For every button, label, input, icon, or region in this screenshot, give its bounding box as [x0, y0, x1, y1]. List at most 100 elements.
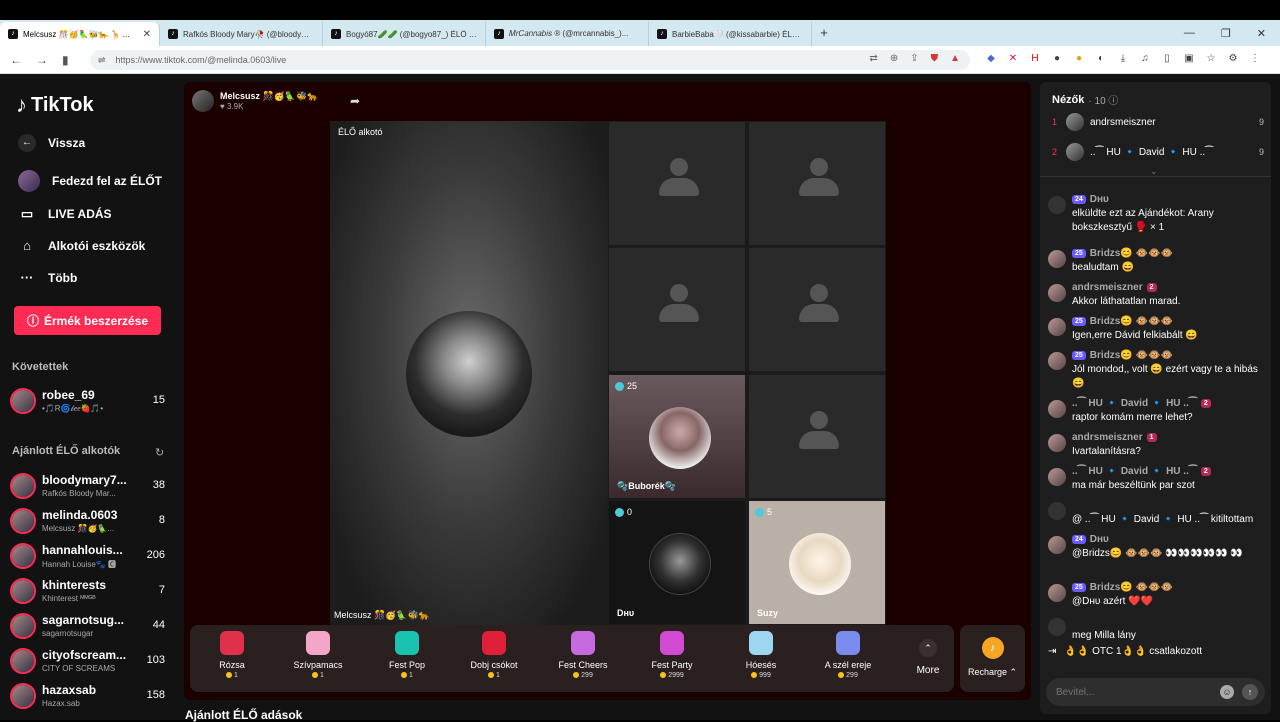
refresh-icon[interactable]: ↻: [155, 446, 164, 459]
following-account[interactable]: robee_69 •🎵R🌀𝒷𝑒𝑒🍓🎵• 15: [10, 385, 170, 417]
message-author[interactable]: Bridzs😊 🐵🐵🐵: [1090, 582, 1173, 593]
restore-icon[interactable]: ❐: [1221, 27, 1231, 40]
account-subtitle: sagarnotsugar: [42, 629, 94, 638]
tiktok-logo[interactable]: ♪ TikTok: [16, 92, 94, 118]
zoom-icon[interactable]: ⊕: [890, 53, 898, 64]
guest-video[interactable]: 25 🫧Buborék🫧: [608, 374, 746, 499]
recommended-account[interactable]: hazaxsab Hazax.sab 158: [10, 680, 170, 712]
empty-guest-slot[interactable]: [748, 247, 886, 372]
recommended-account[interactable]: hannahlouis... Hannah Louise🐾 🅲 206: [10, 540, 170, 572]
nav-more-label: Több: [48, 271, 78, 285]
url-field[interactable]: ⇌ https://www.tiktok.com/@melinda.0603/l…: [90, 50, 970, 70]
shield-icon[interactable]: ⛊: [931, 53, 939, 64]
extension-icon[interactable]: ✕: [1007, 53, 1019, 64]
explore-avatar: [18, 170, 40, 192]
buy-coins-button[interactable]: ⓘ Érmék beszerzése: [14, 306, 161, 335]
browser-tab[interactable]: ♪ BarbieBaba🤍 (@kissabarbie) ÉLŐ a...: [649, 22, 812, 46]
viewer-rank: 1: [1052, 117, 1058, 127]
guest-score-value: 0: [627, 507, 633, 517]
recommended-account[interactable]: khinterests Khinterest ᴹᴹᴳᴮ 7: [10, 575, 170, 607]
browser-tab[interactable]: ♪ Bogyó87🥒🥒 (@bogyo87_) ÉLŐ a...: [323, 22, 486, 46]
recommended-account[interactable]: melinda.0603 Melcsusz 🎊🥳🦜... 8: [10, 505, 170, 537]
bookmark-icon[interactable]: ▮: [62, 53, 69, 67]
browser-tab[interactable]: ♪ 𝑀𝑟𝐶𝑎𝑛𝑛𝑎𝑏𝑖𝑠 ® (@mrcannabis_)...: [486, 22, 649, 46]
message-author[interactable]: Bridzs😊 🐵🐵🐵: [1090, 350, 1173, 361]
close-tab-icon[interactable]: ✕: [143, 29, 151, 40]
recommended-account[interactable]: cityofscream... CITY OF SCREAMS 103: [10, 645, 170, 677]
extension-icon[interactable]: ◆: [985, 53, 997, 64]
nav-explore[interactable]: Fedezd fel az ÉLŐT: [18, 170, 162, 192]
avatar: [10, 388, 36, 414]
join-icon: ⇥: [1048, 646, 1057, 657]
gift-item[interactable]: Fest Pop 1: [365, 631, 449, 679]
gift-item[interactable]: Dobj csókot 1: [452, 631, 536, 679]
message-author[interactable]: ..⁀ HU 🔹 David 🔹 HU ..⁀: [1072, 398, 1197, 409]
gift-item[interactable]: Szívpamacs 1: [276, 631, 360, 679]
more-label: More: [916, 665, 940, 676]
extension-icon[interactable]: ◐: [1095, 53, 1107, 64]
menu-icon[interactable]: ⋮: [1249, 53, 1261, 64]
nav-live[interactable]: ▭ LIVE ADÁS: [18, 205, 112, 223]
message-header: 25 Bridzs😊 🐵🐵🐵: [1072, 316, 1173, 327]
emoji-icon[interactable]: ☺: [1220, 685, 1234, 699]
share-arrow-icon[interactable]: ➦: [350, 94, 360, 108]
gift-item[interactable]: Hóesés 999: [719, 631, 803, 679]
guest-video[interactable]: 5 Suzy: [748, 500, 886, 625]
message-author[interactable]: Dʜᴜ: [1090, 534, 1109, 545]
download-icon[interactable]: ⤓: [1117, 53, 1129, 64]
message-header: ..⁀ HU 🔹 David 🔹 HU ..⁀ 2: [1072, 466, 1211, 477]
extension-icon[interactable]: ●: [1073, 53, 1085, 64]
favorites-icon[interactable]: ☆: [1205, 53, 1217, 64]
message-author[interactable]: andrsmeiszner: [1072, 432, 1143, 443]
nav-back[interactable]: ← Vissza: [18, 134, 85, 152]
account-subtitle: Hazax.sab: [42, 699, 80, 708]
empty-guest-slot[interactable]: [608, 247, 746, 372]
more-gifts-button[interactable]: ⌃ More: [908, 639, 948, 676]
nav-more[interactable]: ··· Több: [18, 269, 78, 287]
new-tab-icon[interactable]: +: [812, 22, 836, 46]
viewers-header[interactable]: Nézők · 10 ⓘ: [1052, 92, 1118, 108]
ellipsis-icon: ···: [20, 270, 34, 285]
extension-icon[interactable]: ●: [1051, 53, 1063, 64]
empty-guest-slot[interactable]: [608, 121, 746, 246]
message-author[interactable]: andrsmeiszner: [1072, 282, 1143, 293]
collections-icon[interactable]: ▣: [1183, 53, 1195, 64]
music-icon[interactable]: ♫: [1139, 53, 1151, 64]
message-author[interactable]: ..⁀ HU 🔹 David 🔹 HU ..⁀: [1072, 466, 1197, 477]
message-author[interactable]: Dʜᴜ: [1090, 194, 1109, 205]
browser-tab[interactable]: ♪ Rafkós Bloody Mary🥀 (@bloodymar...: [160, 22, 323, 46]
top-viewer-row[interactable]: 1 andrsmeiszner 9: [1052, 112, 1264, 132]
forward-arrow-icon[interactable]: →: [36, 53, 48, 67]
warning-icon[interactable]: ▲: [950, 53, 960, 64]
close-window-icon[interactable]: ✕: [1257, 27, 1266, 40]
send-arrow-icon[interactable]: ↑: [1242, 684, 1258, 700]
message-author[interactable]: Bridzs😊 🐵🐵🐵: [1090, 248, 1173, 259]
minimize-icon[interactable]: —: [1184, 27, 1195, 39]
gift-item[interactable]: A szél ereje 299: [806, 631, 890, 679]
extension-icon[interactable]: H: [1029, 53, 1041, 64]
join-notice: ⇥ 👌👌 OTC 1👌👌 csatlakozott: [1048, 646, 1202, 657]
translate-icon[interactable]: ⇄: [869, 53, 877, 64]
site-info-icon[interactable]: ⇌: [98, 55, 106, 66]
guest-name: Dʜᴜ: [617, 608, 635, 618]
share-icon[interactable]: ⇪: [910, 53, 918, 64]
recommended-account[interactable]: sagarnotsug... sagarnotsugar 44: [10, 610, 170, 642]
empty-guest-slot[interactable]: [748, 121, 886, 246]
gift-item[interactable]: Rózsa 1: [190, 631, 274, 679]
recharge-button[interactable]: ♪ Recharge ⌃: [960, 625, 1025, 692]
chat-input[interactable]: [1056, 684, 1216, 700]
back-arrow-icon[interactable]: ←: [10, 53, 22, 67]
empty-guest-slot[interactable]: [748, 374, 886, 499]
host-video[interactable]: ÉLŐ alkotó Melcsusz 🎊🥳🦜🐝🐆: [330, 121, 608, 625]
settings-icon[interactable]: ⚙: [1227, 53, 1239, 64]
top-viewer-row[interactable]: 2 ..⁀ HU 🔹 David 🔹 HU ..⁀ 9: [1052, 142, 1264, 162]
browser-tab-active[interactable]: ♪ Melcsusz 🎊🥳🦜🐝🐆 🦒 ... ✕: [0, 22, 160, 46]
gift-item[interactable]: Fest Party 2999: [630, 631, 714, 679]
gift-item[interactable]: Fest Cheers 299: [541, 631, 625, 679]
recommended-account[interactable]: bloodymary7... Rafkós Bloody Mar... 38: [10, 470, 170, 502]
nav-creator-tools[interactable]: ⌂ Alkotói eszközök: [18, 237, 145, 255]
message-author[interactable]: Bridzs😊 🐵🐵🐵: [1090, 316, 1173, 327]
sidebar-icon[interactable]: ▯: [1161, 53, 1173, 64]
host-info[interactable]: Melcsusz 🎊🥳🦜🐝🐆 ♥ 3.9K: [192, 90, 319, 112]
guest-video[interactable]: 0 Dʜᴜ: [608, 500, 746, 625]
